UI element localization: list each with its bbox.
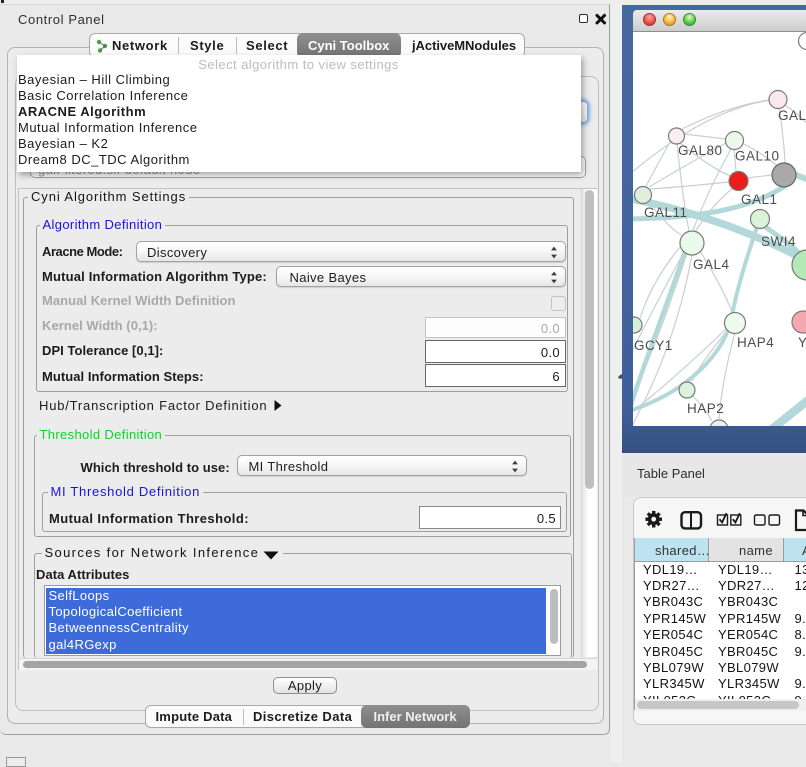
svg-text:GAL1: GAL1 (741, 192, 778, 207)
svg-text:GAL7: GAL7 (778, 108, 806, 123)
svg-text:Y: Y (798, 335, 806, 350)
svg-text:GAL11: GAL11 (644, 205, 688, 220)
svg-text:HAP4: HAP4 (737, 335, 774, 350)
svg-text:GAL10: GAL10 (735, 149, 780, 164)
svg-text:GCY1: GCY1 (634, 338, 673, 353)
svg-text:SWI4: SWI4 (761, 234, 796, 249)
svg-text:GAL4: GAL4 (693, 257, 730, 272)
svg-text:GAL80: GAL80 (678, 143, 723, 158)
svg-text:HAP2: HAP2 (687, 401, 724, 416)
